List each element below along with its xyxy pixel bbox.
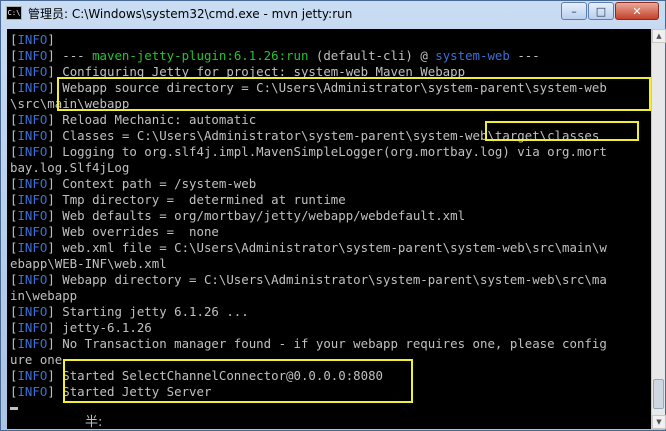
console-text: in\webapp	[10, 288, 78, 303]
cmd-app-icon[interactable]: C:\	[6, 6, 22, 20]
console-line: [INFO] --- maven-jetty-plugin:6.1.26:run…	[10, 48, 650, 64]
console-tag: INFO	[17, 384, 48, 399]
maximize-button[interactable]: □	[588, 2, 614, 20]
console-tag: INFO	[17, 224, 48, 239]
minimize-button[interactable]: –	[561, 2, 587, 20]
console-line: [INFO] Context path = /system-web	[10, 176, 650, 192]
close-button[interactable]: ✕	[615, 2, 659, 20]
console-line: [INFO] web.xml file = C:\Users\Administr…	[10, 240, 650, 256]
console-plugin: maven-jetty-plugin:6.1.26:run	[92, 48, 309, 63]
console-rest: ] Webapp directory = C:\Users\Administra…	[47, 272, 607, 287]
console-tag: INFO	[17, 128, 48, 143]
console-tag: INFO	[17, 368, 48, 383]
console-rest: ]	[47, 32, 55, 47]
console-rest: ] jetty-6.1.26	[47, 320, 152, 335]
console-line: [INFO] Tmp directory = determined at run…	[10, 192, 650, 208]
console-tag: INFO	[17, 32, 48, 47]
console-line: [INFO] Web overrides = none	[10, 224, 650, 240]
ime-indicator: 半:	[85, 415, 103, 429]
scroll-up-icon[interactable]: ▲	[652, 29, 666, 43]
console-tag: INFO	[17, 176, 48, 191]
console-rest: ] Starting jetty 6.1.26 ...	[47, 304, 249, 319]
console-tag: INFO	[17, 240, 48, 255]
console-mid: (default-cli) @	[308, 48, 436, 63]
console-rest: ] web.xml file = C:\Users\Administrator\…	[47, 240, 607, 255]
console-rest: ] Web overrides = none	[47, 224, 219, 239]
highlight-webapp-source	[57, 77, 651, 111]
console-rest: ] Context path = /system-web	[47, 176, 257, 191]
console-project: system-web	[435, 48, 510, 63]
window-controls: – □ ✕	[560, 2, 659, 20]
console-line: [INFO] Webapp directory = C:\Users\Admin…	[10, 272, 650, 288]
console-tag: INFO	[17, 144, 48, 159]
console-tag: INFO	[17, 112, 48, 127]
console-tag: INFO	[17, 304, 48, 319]
console-line: [INFO] jetty-6.1.26	[10, 320, 650, 336]
console-rest: ] Reload Mechanic: automatic	[47, 112, 257, 127]
window-title: 管理员: C:\Windows\system32\cmd.exe - mvn j…	[28, 6, 353, 21]
highlight-target-classes	[485, 121, 639, 141]
console-rest: ] No Transaction manager found - if your…	[47, 336, 607, 351]
console-line: in\webapp	[10, 288, 650, 304]
console-text: bay.log.Slf4jLog	[10, 160, 130, 175]
console-line: [INFO] Starting jetty 6.1.26 ...	[10, 304, 650, 320]
console-line: [INFO]	[10, 32, 650, 48]
console-line: [INFO] Logging to org.slf4j.impl.MavenSi…	[10, 144, 650, 160]
console-tag: INFO	[17, 48, 48, 63]
console-tail: ---	[509, 48, 540, 63]
console-rest: ] Web defaults = org/mortbay/jetty/webap…	[47, 208, 466, 223]
console-line: [INFO] No Transaction manager found - if…	[10, 336, 650, 352]
console-tag: INFO	[17, 320, 48, 335]
console-tag: INFO	[17, 192, 48, 207]
console-tag: INFO	[17, 272, 48, 287]
vertical-scrollbar[interactable]: ▲ ▼	[651, 29, 666, 429]
console-text: ebapp\WEB-INF\web.xml	[10, 256, 167, 271]
console-tag: INFO	[17, 64, 48, 79]
console-rest: ] ---	[47, 48, 93, 63]
scroll-thumb[interactable]	[653, 379, 664, 409]
scroll-down-icon[interactable]: ▼	[652, 415, 666, 429]
title-bar[interactable]: C:\ 管理员: C:\Windows\system32\cmd.exe - m…	[1, 1, 665, 25]
console-text: ure one	[10, 352, 63, 367]
console-tag: INFO	[17, 336, 48, 351]
highlight-started-server	[63, 359, 413, 403]
console-rest: ] Logging to org.slf4j.impl.MavenSimpleL…	[47, 144, 607, 159]
console-rest: ] Tmp directory = determined at runtime	[47, 192, 346, 207]
console-tag: INFO	[17, 208, 48, 223]
console-line: ebapp\WEB-INF\web.xml	[10, 256, 650, 272]
console-output[interactable]: [INFO] [INFO] --- maven-jetty-plugin:6.1.…	[7, 29, 651, 429]
text-cursor	[10, 407, 18, 410]
console-tag: INFO	[17, 80, 48, 95]
console-line: [INFO] Web defaults = org/mortbay/jetty/…	[10, 208, 650, 224]
cmd-window: C:\ 管理员: C:\Windows\system32\cmd.exe - m…	[0, 0, 666, 431]
console-line: bay.log.Slf4jLog	[10, 160, 650, 176]
